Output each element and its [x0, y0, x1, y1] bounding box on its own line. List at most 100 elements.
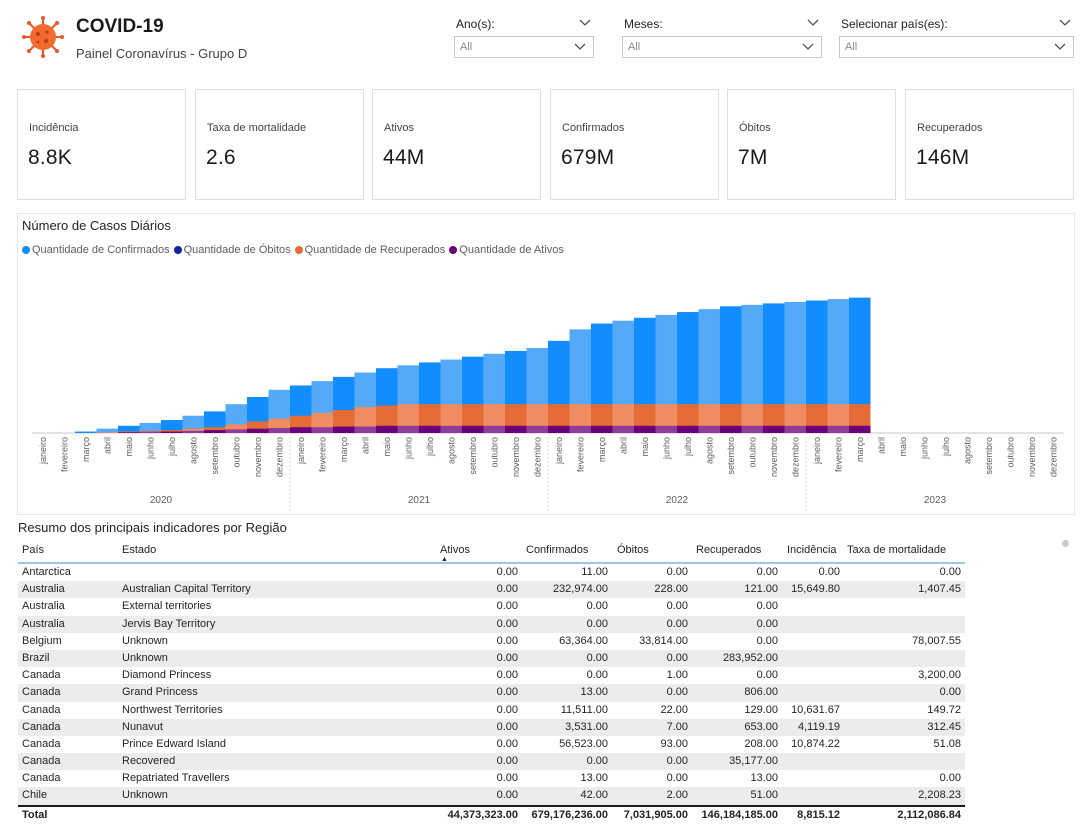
x-tick-label: dezembro — [1048, 437, 1058, 477]
x-tick-label: setembro — [210, 437, 220, 475]
table-row[interactable]: Canada Nunavut 0.00 3,531.00 7.00 653.00 4,119… — [18, 718, 965, 736]
active-bar — [677, 425, 699, 433]
column-header-obitos[interactable]: Óbitos — [617, 544, 649, 556]
table-cell: Northwest Territories — [122, 703, 223, 716]
table-row[interactable]: Antarctica 0.00 11.00 0.00 0.00 0.00 0.00 — [18, 564, 965, 581]
table-cell: 0.00 — [496, 669, 518, 682]
table-cell: 0.00 — [496, 772, 518, 785]
active-bar — [247, 428, 269, 433]
table-row[interactable]: Chile Unknown 0.00 42.00 2.00 51.00 2,208.23 — [18, 787, 965, 805]
x-tick-label: janeiro — [812, 437, 822, 465]
slicer-header[interactable]: Selecionar país(es): — [839, 14, 1074, 36]
chevron-down-icon[interactable] — [1053, 40, 1067, 52]
chevron-down-icon[interactable] — [806, 16, 820, 28]
table-cell: 10,874.22 — [791, 737, 840, 750]
x-tick-label: fevereiro — [317, 437, 327, 472]
active-bar — [161, 431, 183, 433]
column-header-recuperados[interactable]: Recuperados — [696, 544, 761, 556]
slicer-countries[interactable]: Selecionar país(es): All — [839, 14, 1074, 64]
table-cell: 51.08 — [933, 737, 961, 750]
column-header-ativos[interactable]: Ativos — [440, 544, 470, 556]
table-row[interactable]: Canada Prince Edward Island 0.00 56,523.00 9… — [18, 736, 965, 753]
column-header-taxa-mortalidade[interactable]: Taxa de mortalidade — [847, 544, 946, 556]
x-tick-label: agosto — [446, 437, 456, 464]
active-bar — [591, 425, 613, 433]
table-row[interactable]: Australia Australian Capital Territory 0.0… — [18, 581, 965, 599]
active-bar — [698, 425, 720, 433]
table-row[interactable]: Australia Jervis Bay Territory 0.00 0.00 0.0… — [18, 615, 965, 633]
scrollbar-thumb[interactable] — [1062, 540, 1069, 547]
table-row[interactable]: Canada Northwest Territories 0.00 11,511.00… — [18, 702, 965, 719]
table-cell: 13.00 — [750, 772, 778, 785]
x-tick-label: maio — [124, 437, 134, 457]
table-cell: Recovered — [122, 755, 176, 768]
x-tick-label: março — [339, 437, 349, 462]
active-bar — [268, 427, 290, 433]
daily-cases-chart[interactable]: Número de Casos Diários Quantidade de Co… — [17, 213, 1075, 515]
chevron-down-icon[interactable] — [1058, 16, 1072, 28]
table-cell: Australia — [22, 617, 65, 630]
column-header-incidencia[interactable]: Incidência — [787, 544, 837, 556]
table-cell: Canada — [22, 737, 61, 750]
active-bar — [182, 430, 204, 433]
slicer-header[interactable]: Meses: — [622, 14, 822, 36]
x-tick-label: maio — [898, 437, 908, 457]
chevron-down-icon[interactable] — [573, 40, 587, 52]
slicer-dropdown[interactable]: All — [839, 36, 1074, 58]
table-cell: 0.00 — [496, 583, 518, 596]
active-bar — [827, 425, 849, 433]
app-title: COVID-19 — [76, 16, 164, 37]
table-header: País Estado Ativos ▲ Confirmados Óbitos … — [18, 538, 965, 564]
column-header-estado[interactable]: Estado — [122, 544, 156, 556]
table-row[interactable]: Canada Recovered 0.00 0.00 0.00 35,177.00 — [18, 753, 965, 771]
slicer-years[interactable]: Ano(s): All — [454, 14, 594, 64]
table-cell: Canada — [22, 686, 61, 699]
column-header-confirmados[interactable]: Confirmados — [526, 544, 588, 556]
slicer-months[interactable]: Meses: All — [622, 14, 822, 64]
table-row[interactable]: Australia External territories 0.00 0.00 0.0… — [18, 598, 965, 615]
slicer-value: All — [628, 41, 641, 53]
x-tick-label: julho — [167, 437, 177, 457]
table-cell: 0.00 — [496, 789, 518, 802]
kpi-value: 2.6 — [206, 146, 236, 169]
x-tick-label: outubro — [231, 437, 241, 468]
table-cell: Canada — [22, 669, 61, 682]
table-row[interactable]: Canada Grand Princess 0.00 13.00 0.00 806.00 0… — [18, 684, 965, 702]
column-header-pais[interactable]: País — [22, 544, 44, 556]
summary-table[interactable]: País Estado Ativos ▲ Confirmados Óbitos … — [18, 538, 965, 823]
table-title: Resumo dos principais indicadores por Re… — [18, 520, 287, 535]
slicer-dropdown[interactable]: All — [622, 36, 822, 58]
chevron-down-icon[interactable] — [801, 40, 815, 52]
table-total-cell: 679,176,236.00 — [531, 808, 608, 821]
sort-descending-icon[interactable]: ▲ — [441, 556, 448, 563]
x-tick-label: setembro — [984, 437, 994, 475]
slicer-header[interactable]: Ano(s): — [454, 14, 594, 36]
x-tick-label: novembro — [511, 437, 521, 477]
x-tick-label: março — [597, 437, 607, 462]
x-tick-label: janeiro — [554, 437, 564, 465]
table-cell: 806.00 — [744, 686, 778, 699]
x-tick-label: julho — [683, 437, 693, 457]
table-row[interactable]: Brazil Unknown 0.00 0.00 0.00 283,952.00 — [18, 649, 965, 668]
chart-plot-area[interactable]: janeiro fevereiro março abril maio junho julho… — [18, 214, 1076, 516]
active-bar — [548, 425, 570, 433]
table-cell: 33,814.00 — [639, 634, 688, 647]
table-cell: Belgium — [22, 634, 62, 647]
year-label: 2021 — [408, 495, 431, 506]
table-row[interactable]: Canada Diamond Princess 0.00 0.00 1.00 0.00 3,… — [18, 667, 965, 684]
chevron-down-icon[interactable] — [578, 16, 592, 28]
confirmed-bar — [75, 431, 97, 433]
table-total-row: Total 44,373,323.00 679,176,236.00 7,031,90… — [18, 804, 965, 823]
x-tick-label: junho — [145, 437, 155, 460]
slicer-dropdown[interactable]: All — [454, 36, 594, 58]
table-cell: 0.00 — [666, 617, 688, 630]
kpi-card-taxa-mortalidade: Taxa de mortalidade 2.6 — [195, 89, 364, 200]
year-label: 2020 — [150, 495, 173, 506]
table-cell: 13.00 — [580, 686, 608, 699]
table-cell: 0.00 — [586, 669, 608, 682]
x-tick-label: dezembro — [274, 437, 284, 477]
table-row[interactable]: Belgium Unknown 0.00 63,364.00 33,814.00 0.00… — [18, 633, 965, 650]
table-cell: 0.00 — [818, 566, 840, 578]
active-bar — [720, 425, 742, 433]
table-row[interactable]: Canada Repatriated Travellers 0.00 13.00 0.0… — [18, 770, 965, 787]
